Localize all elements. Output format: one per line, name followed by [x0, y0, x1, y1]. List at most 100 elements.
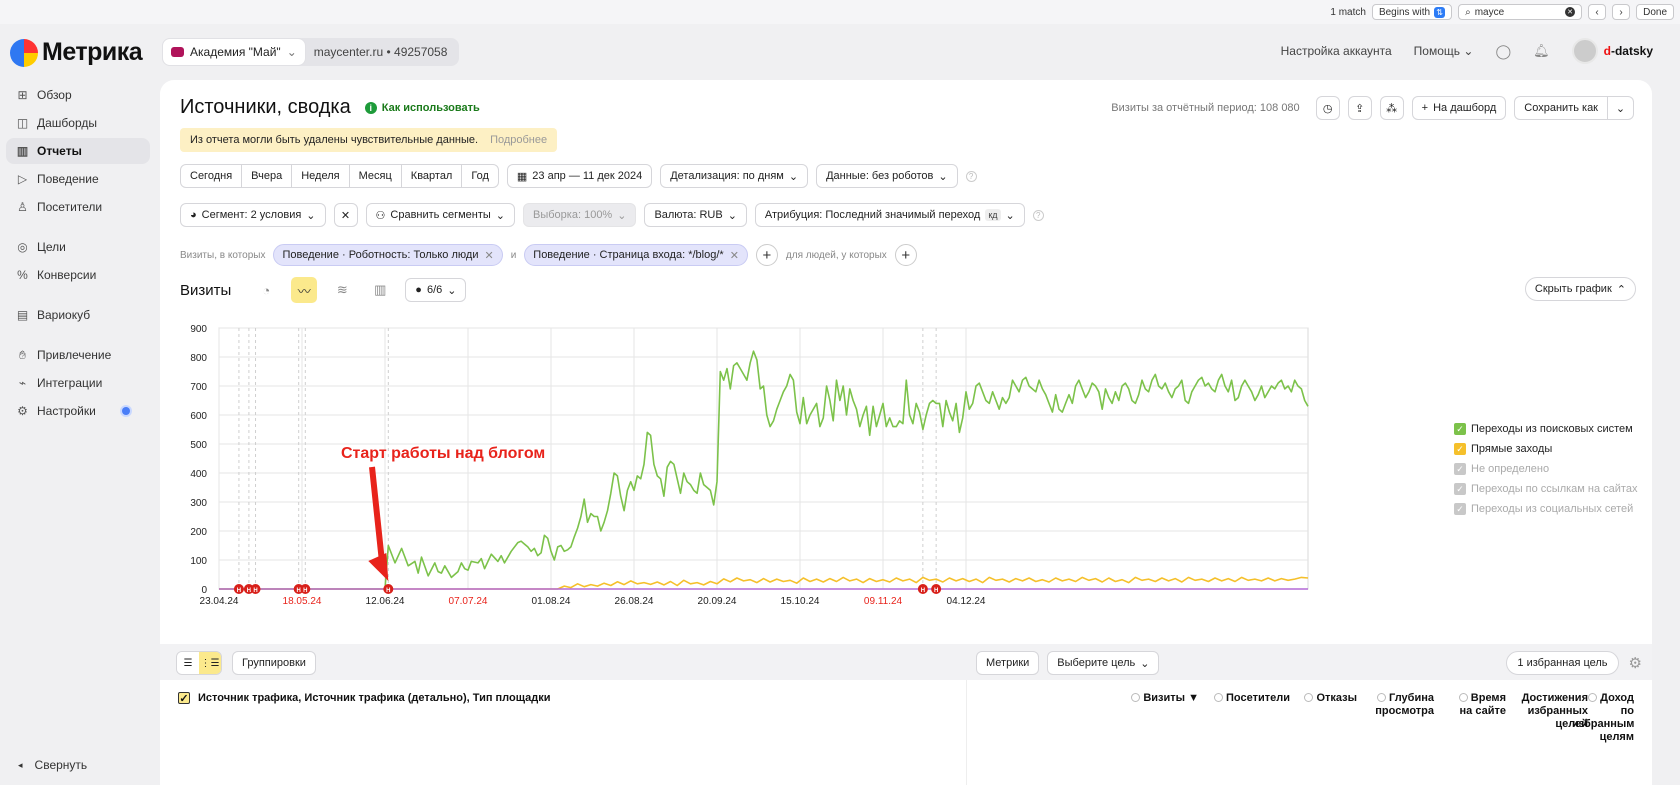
column-time[interactable]: Время на сайте	[1454, 692, 1506, 718]
annotation-arrow-shaft	[369, 466, 386, 566]
sidebar-item-variocube[interactable]: ▤ Вариокуб	[6, 302, 150, 328]
hide-chart-button[interactable]: Скрыть график ⌃	[1524, 277, 1636, 301]
sidebar-item-dashboards[interactable]: ◫ Дашборды	[6, 110, 150, 136]
column-depth[interactable]: Глубина просмотра	[1372, 692, 1434, 718]
legend-item-direct[interactable]: ✓ Прямые заходы	[1454, 442, 1637, 456]
series-count-dropdown[interactable]: ● 6/6 ⌄	[405, 278, 467, 302]
compare-segments-dropdown[interactable]: ⚇ Сравнить сегменты ⌄	[365, 203, 516, 227]
visits-chart[interactable]: 900 800 700 600 500 400 300 200 100 023.04.24 18.0…	[160, 317, 1420, 637]
how-to-use-link[interactable]: i Как использовать	[364, 101, 480, 114]
to-dashboard-label: На дашборд	[1433, 102, 1497, 114]
sidebar-item-overview[interactable]: ⊞ Обзор	[6, 82, 150, 108]
sidebar-item-settings[interactable]: ⚙ Настройки	[6, 398, 150, 424]
segment-dropdown[interactable]: ◕ Сегмент: 2 условия ⌄	[180, 203, 326, 227]
add-visit-condition-button[interactable]: +	[755, 244, 778, 266]
counter-name-button[interactable]: Академия "Май" ⌄	[162, 38, 306, 66]
choose-goal-dropdown[interactable]: Выберите цель ⌄	[1047, 651, 1160, 675]
save-as-button[interactable]: Сохранить как	[1514, 96, 1608, 120]
find-prev-button[interactable]: ‹	[1588, 4, 1607, 20]
report-actions: Визиты за отчётный период: 108 080 ◷ ⇪ ⁂…	[1111, 96, 1634, 120]
column-chart-toggle[interactable]: ▥	[367, 277, 393, 303]
help-icon[interactable]: ?	[965, 170, 977, 182]
y-tick-label: 300	[190, 498, 207, 509]
period-month-button[interactable]: Месяц	[348, 164, 402, 188]
close-icon[interactable]: ✕	[730, 249, 739, 262]
find-next-button[interactable]: ›	[1612, 4, 1631, 20]
legend-item-search[interactable]: ✓ Переходы из поисковых систем	[1454, 422, 1637, 436]
history-button[interactable]: ◷	[1315, 96, 1340, 120]
x-tick-label: 12.06.24	[366, 596, 405, 607]
area-chart-toggle[interactable]: ≋	[329, 277, 355, 303]
separator-dot: •	[386, 45, 395, 59]
tree-view-icon[interactable]: ⋮☰	[199, 652, 221, 674]
sidebar-item-integrations[interactable]: ⌁ Интеграции	[6, 370, 150, 396]
sidebar-item-goals[interactable]: ◎ Цели	[6, 234, 150, 260]
save-as-dropdown[interactable]: ⌄	[1608, 96, 1634, 120]
help-icon	[1131, 693, 1141, 702]
clear-icon[interactable]: ✕	[1565, 7, 1576, 17]
pie-icon: ◕	[190, 209, 197, 221]
chat-icon[interactable]: ◯	[1495, 43, 1511, 60]
chevron-down-icon: ⌄	[447, 284, 457, 297]
list-view-icon[interactable]: ☰	[177, 652, 199, 674]
find-done-button[interactable]: Done	[1636, 4, 1674, 20]
column-goal-revenue[interactable]: Доход по избранным целям	[1572, 692, 1634, 744]
condition-chip-entry-page[interactable]: Поведение · Страница входа: */blog/* ✕	[524, 244, 748, 266]
period-today-button[interactable]: Сегодня	[180, 164, 243, 188]
attribution-dropdown[interactable]: Атрибуция: Последний значимый переход кд ⌄	[754, 203, 1025, 227]
legend-item-undefined[interactable]: ✓ Не определено	[1454, 462, 1637, 476]
period-yesterday-button[interactable]: Вчера	[241, 164, 293, 188]
detail-dropdown[interactable]: Детализация: по дням ⌄	[660, 164, 809, 188]
date-range-button[interactable]: ▦ 23 апр — 11 дек 2024	[506, 164, 653, 188]
find-search-field[interactable]: ⌕ mayce ✕	[1458, 4, 1583, 20]
annotation-label: Старт работы над блогом	[341, 445, 545, 462]
chart-header: Визиты ◔ 〰 ≋ ▥ ● 6/6 ⌄	[180, 277, 467, 303]
legend-item-social[interactable]: ✓ Переходы из социальных сетей	[1454, 502, 1637, 516]
sidebar-item-behavior[interactable]: ▷ Поведение	[6, 166, 150, 192]
sidebar-item-acquisition[interactable]: ✋︎ Привлечение	[6, 342, 150, 368]
to-dashboard-button[interactable]: + На дашборд	[1411, 96, 1507, 120]
y-tick-label: 0	[201, 585, 207, 596]
user-menu[interactable]: d-datsky	[1571, 38, 1653, 64]
period-year-button[interactable]: Год	[461, 164, 499, 188]
add-people-condition-button[interactable]: +	[894, 244, 917, 266]
counter-selector[interactable]: Академия "Май" ⌄ maycenter.ru • 49257058	[162, 38, 460, 66]
sparkle-icon: ⁂	[1386, 102, 1398, 115]
legend-item-links[interactable]: ✓ Переходы по ссылкам на сайтах	[1454, 482, 1637, 496]
gear-icon[interactable]: ⚙	[1629, 654, 1642, 672]
column-visits[interactable]: Визиты ▼	[1131, 692, 1199, 705]
ai-button[interactable]: ⁂	[1379, 96, 1404, 120]
sidebar-item-conversions[interactable]: % Конверсии	[6, 262, 150, 288]
favorite-goal-button[interactable]: 1 избранная цель	[1506, 651, 1619, 675]
help-menu[interactable]: Помощь ⌄	[1414, 44, 1474, 58]
table-toolbar: ☰ ⋮☰ Группировки Метрики Выберите цель ⌄ …	[160, 644, 1652, 680]
pie-chart-toggle[interactable]: ◔	[253, 277, 279, 303]
metrika-logo[interactable]: Метрика	[10, 38, 143, 67]
account-settings-link[interactable]: Настройка аккаунта	[1281, 44, 1392, 58]
find-mode-select[interactable]: Begins with ⇅	[1371, 4, 1453, 20]
collapse-label: Свернуть	[34, 758, 88, 772]
close-icon[interactable]: ✕	[484, 249, 493, 262]
data-dropdown[interactable]: Данные: без роботов ⌄	[816, 164, 958, 188]
export-button[interactable]: ⇪	[1347, 96, 1372, 120]
warning-more-link[interactable]: Подробнее	[490, 134, 547, 146]
period-quarter-button[interactable]: Квартал	[400, 164, 463, 188]
metrics-button[interactable]: Метрики	[976, 651, 1040, 675]
sidebar-item-visitors[interactable]: ♙ Посетители	[6, 194, 150, 220]
line-chart-toggle[interactable]: 〰	[291, 277, 318, 303]
checkbox-checked-icon[interactable]: ✓	[178, 692, 190, 705]
sample-dropdown[interactable]: Выборка: 100% ⌄	[523, 203, 637, 227]
x-tick-label: 07.07.24	[449, 596, 488, 607]
currency-dropdown[interactable]: Валюта: RUB ⌄	[644, 203, 747, 227]
column-visitors[interactable]: Посетители	[1214, 692, 1290, 705]
column-bounces[interactable]: Отказы	[1304, 692, 1357, 705]
sidebar-item-reports[interactable]: ▥ Отчеты	[6, 138, 150, 164]
bell-icon[interactable]: 🔔︎	[1533, 43, 1550, 59]
period-week-button[interactable]: Неделя	[291, 164, 350, 188]
groupings-button[interactable]: Группировки	[232, 651, 316, 675]
sidebar-collapse-button[interactable]: ◂ Свернуть	[18, 758, 87, 772]
condition-chip-robotness[interactable]: Поведение · Роботность: Только люди ✕	[273, 244, 503, 266]
clear-segment-button[interactable]: ✕	[333, 203, 358, 227]
help-icon[interactable]: ?	[1032, 209, 1044, 221]
counter-site: maycenter.ru	[313, 45, 384, 59]
